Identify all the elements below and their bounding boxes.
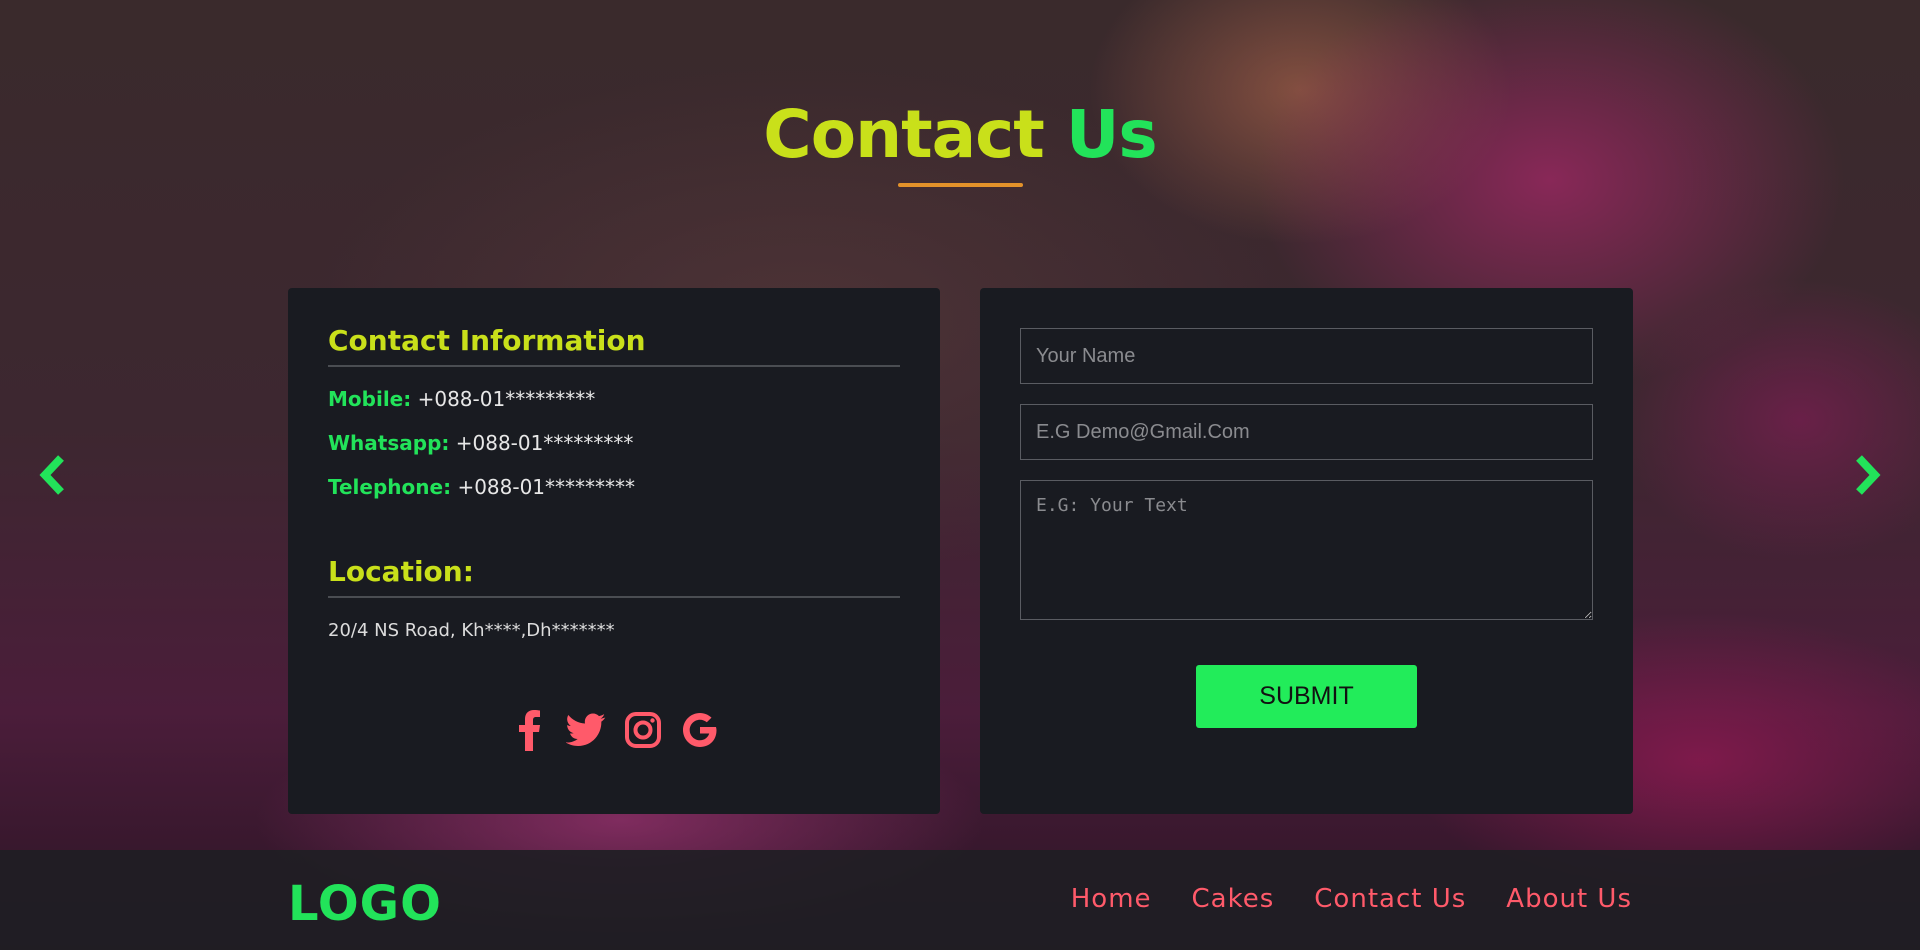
instagram-link[interactable] xyxy=(623,708,663,752)
telephone-label: Telephone: xyxy=(328,475,452,499)
chevron-right-icon xyxy=(1856,455,1881,495)
carousel-prev-button[interactable] xyxy=(32,448,72,502)
email-input[interactable] xyxy=(1020,404,1593,460)
telephone-value: +088-01********* xyxy=(457,475,636,499)
facebook-icon xyxy=(518,710,540,751)
carousel-next-button[interactable] xyxy=(1848,448,1888,502)
address-text: 20/4 NS Road, Kh****,Dh******* xyxy=(328,620,615,641)
telephone-line: Telephone: +088-01********* xyxy=(328,475,900,499)
mobile-value: +088-01********* xyxy=(417,387,596,411)
page-title-word-2: Us xyxy=(1065,96,1158,173)
whatsapp-value: +088-01********* xyxy=(455,431,634,455)
logo[interactable]: LOGO xyxy=(288,876,442,932)
page-title-word-1: Contact xyxy=(763,96,1045,173)
twitter-link[interactable] xyxy=(565,708,606,752)
instagram-icon xyxy=(624,712,661,748)
google-link[interactable] xyxy=(680,708,720,752)
social-links xyxy=(288,708,940,752)
google-icon xyxy=(682,713,716,747)
contact-info-card: Contact Information Mobile: +088-01*****… xyxy=(288,288,940,814)
twitter-icon xyxy=(565,713,605,746)
name-input[interactable] xyxy=(1020,328,1593,384)
nav-about-us[interactable]: About Us xyxy=(1506,884,1632,914)
nav-cakes[interactable]: Cakes xyxy=(1192,884,1275,914)
contact-form-card: SUBMIT xyxy=(980,288,1633,814)
title-underline xyxy=(898,183,1023,187)
footer-bar: LOGO Home Cakes Contact Us About Us xyxy=(0,850,1920,950)
chevron-left-icon xyxy=(39,455,64,495)
footer-nav: Home Cakes Contact Us About Us xyxy=(1071,884,1632,914)
nav-home[interactable]: Home xyxy=(1071,884,1152,914)
whatsapp-line: Whatsapp: +088-01********* xyxy=(328,431,900,455)
message-textarea[interactable] xyxy=(1020,480,1593,620)
facebook-link[interactable] xyxy=(509,708,549,752)
mobile-line: Mobile: +088-01********* xyxy=(328,387,900,411)
mobile-label: Mobile: xyxy=(328,387,412,411)
location-title: Location: xyxy=(328,555,900,598)
nav-contact-us[interactable]: Contact Us xyxy=(1314,884,1466,914)
page-title: Contact Us xyxy=(0,96,1920,173)
contact-info-title: Contact Information xyxy=(328,324,900,367)
submit-button[interactable]: SUBMIT xyxy=(1196,665,1417,728)
whatsapp-label: Whatsapp: xyxy=(328,431,450,455)
